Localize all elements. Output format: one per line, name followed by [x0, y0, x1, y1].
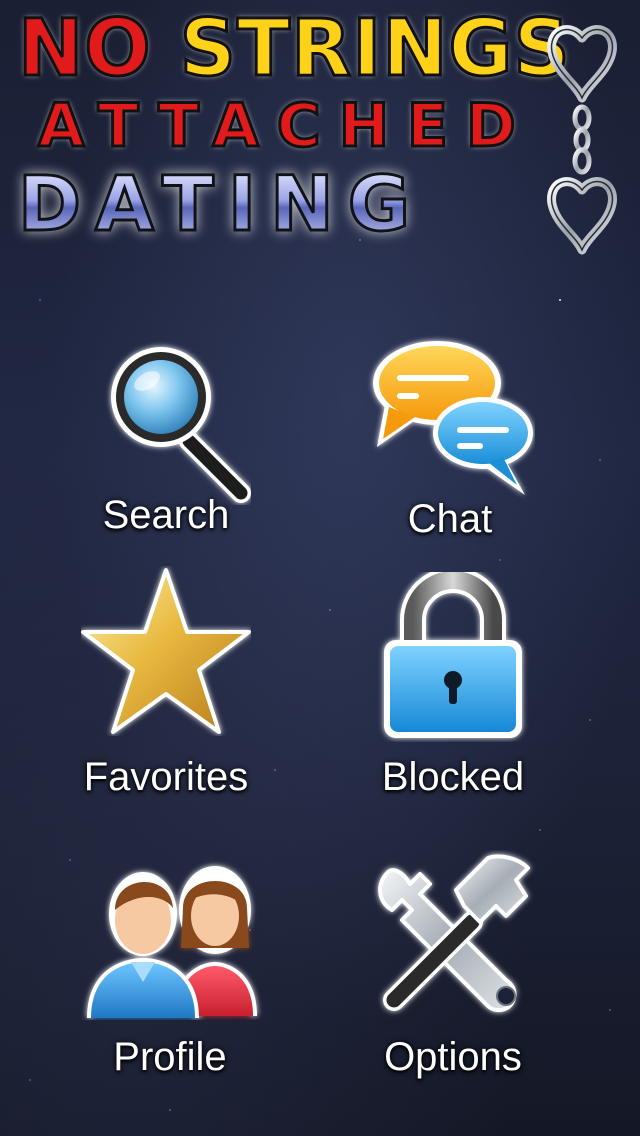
logo-line-attached: ATTACHED	[37, 91, 534, 161]
logo-word-strings: STRINGS	[178, 4, 571, 94]
people-icon	[87, 866, 257, 1018]
handcuffs-icon	[547, 25, 617, 255]
search-label: Search	[102, 493, 230, 537]
blocked-label: Blocked	[381, 755, 525, 799]
padlock-icon	[384, 572, 522, 738]
blocked-button[interactable]: Blocked	[333, 572, 573, 802]
chat-button[interactable]: Chat	[330, 335, 570, 565]
favorites-label: Favorites	[83, 755, 249, 799]
options-button[interactable]: Options	[333, 850, 573, 1080]
app-logo: NO STRINGS ATTACHED DATING	[0, 0, 640, 270]
search-button[interactable]: Search	[46, 335, 286, 565]
profile-button[interactable]: Profile	[50, 850, 290, 1080]
logo-line-dating: DATING	[17, 164, 538, 243]
chat-bubbles-icon	[373, 341, 533, 495]
tools-icon	[378, 854, 530, 1013]
logo-word-no: NO	[17, 4, 153, 94]
logo-text: NO STRINGS ATTACHED DATING	[17, 9, 572, 244]
logo-line-1: NO STRINGS	[17, 9, 572, 90]
options-label: Options	[384, 1035, 522, 1079]
favorites-button[interactable]: Favorites	[46, 568, 286, 802]
chat-label: Chat	[407, 497, 493, 541]
star-icon	[81, 568, 251, 734]
profile-label: Profile	[113, 1035, 227, 1079]
magnifier-icon	[111, 347, 251, 503]
